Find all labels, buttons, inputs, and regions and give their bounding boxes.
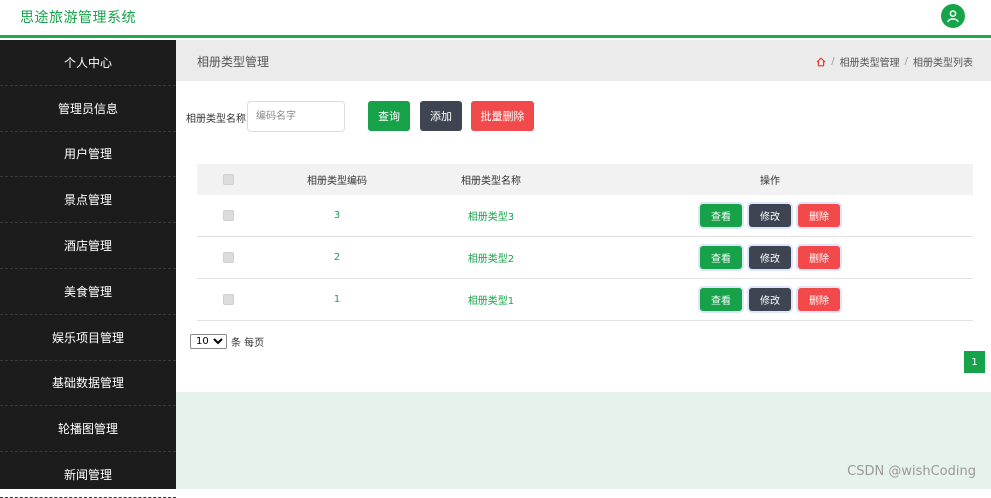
view-button[interactable]: 查看 [700, 204, 742, 227]
sidebar-item-entertainment[interactable]: 娱乐项目管理 [0, 315, 176, 361]
breadcrumb: / 相册类型管理 / 相册类型列表 [816, 54, 973, 69]
select-all-checkbox[interactable] [223, 174, 234, 185]
add-button[interactable]: 添加 [420, 101, 462, 131]
home-icon[interactable] [816, 57, 826, 67]
watermark: CSDN @wishCoding [847, 464, 976, 479]
main-area: 相册类型管理 / 相册类型管理 / 相册类型列表 相册类型名称 查询 添加 批量… [176, 40, 991, 489]
view-button[interactable]: 查看 [700, 288, 742, 311]
user-avatar[interactable] [941, 4, 965, 28]
query-button[interactable]: 查询 [368, 101, 410, 131]
row-code: 3 [259, 195, 415, 236]
data-table: 相册类型编码 相册类型名称 操作 3 相册类型3 查看 修改 删除 2 相册类型… [197, 164, 973, 321]
sidebar-item-hotels[interactable]: 酒店管理 [0, 223, 176, 269]
batch-delete-button[interactable]: 批量删除 [471, 101, 534, 131]
page-title: 相册类型管理 [197, 53, 269, 70]
table-row: 3 相册类型3 查看 修改 删除 [197, 195, 973, 237]
edit-button[interactable]: 修改 [749, 246, 791, 269]
breadcrumb-item-type-list: 相册类型列表 [913, 54, 973, 69]
search-label: 相册类型名称 [186, 110, 246, 125]
sidebar-item-carousel[interactable]: 轮播图管理 [0, 406, 176, 452]
row-name: 相册类型2 [415, 237, 567, 278]
content-panel: 相册类型名称 查询 添加 批量删除 相册类型编码 相册类型名称 操作 3 相册类… [176, 81, 991, 392]
sidebar-item-food[interactable]: 美食管理 [0, 269, 176, 315]
top-bar: 思途旅游管理系统 [0, 0, 991, 38]
user-icon [946, 9, 960, 23]
delete-button[interactable]: 删除 [798, 246, 840, 269]
search-input[interactable] [247, 101, 345, 132]
table-header: 相册类型编码 相册类型名称 操作 [197, 164, 973, 195]
view-button[interactable]: 查看 [700, 246, 742, 269]
row-actions: 查看 修改 删除 [567, 237, 973, 278]
sidebar-item-basic-data[interactable]: 基础数据管理 [0, 361, 176, 407]
sidebar-item-admin-info[interactable]: 管理员信息 [0, 86, 176, 132]
page-number-button[interactable]: 1 [964, 351, 985, 373]
sidebar-item-personal-center[interactable]: 个人中心 [0, 40, 176, 86]
table-row: 1 相册类型1 查看 修改 删除 [197, 279, 973, 321]
page-size-control: 10 条 每页 [190, 334, 264, 349]
sidebar-item-scenic-spots[interactable]: 景点管理 [0, 177, 176, 223]
sidebar-item-news[interactable]: 新闻管理 [0, 452, 176, 498]
row-name: 相册类型3 [415, 195, 567, 236]
row-code: 2 [259, 237, 415, 278]
row-actions: 查看 修改 删除 [567, 279, 973, 320]
page-header: 相册类型管理 / 相册类型管理 / 相册类型列表 [176, 40, 991, 81]
column-header-actions: 操作 [567, 164, 973, 195]
table-row: 2 相册类型2 查看 修改 删除 [197, 237, 973, 279]
sidebar: 个人中心 管理员信息 用户管理 景点管理 酒店管理 美食管理 娱乐项目管理 基础… [0, 40, 176, 489]
edit-button[interactable]: 修改 [749, 204, 791, 227]
edit-button[interactable]: 修改 [749, 288, 791, 311]
row-actions: 查看 修改 删除 [567, 195, 973, 236]
row-name: 相册类型1 [415, 279, 567, 320]
breadcrumb-item-type-management[interactable]: 相册类型管理 [840, 54, 900, 69]
breadcrumb-separator: / [905, 56, 908, 67]
row-code: 1 [259, 279, 415, 320]
delete-button[interactable]: 删除 [798, 204, 840, 227]
row-checkbox[interactable] [223, 294, 234, 305]
column-header-code: 相册类型编码 [259, 164, 415, 195]
sidebar-item-user-management[interactable]: 用户管理 [0, 132, 176, 178]
app-title: 思途旅游管理系统 [20, 7, 136, 27]
row-checkbox[interactable] [223, 210, 234, 221]
per-page-select[interactable]: 10 [190, 334, 227, 349]
breadcrumb-separator: / [831, 56, 834, 67]
per-page-label: 条 每页 [231, 334, 264, 349]
delete-button[interactable]: 删除 [798, 288, 840, 311]
row-checkbox[interactable] [223, 252, 234, 263]
column-header-name: 相册类型名称 [415, 164, 567, 195]
